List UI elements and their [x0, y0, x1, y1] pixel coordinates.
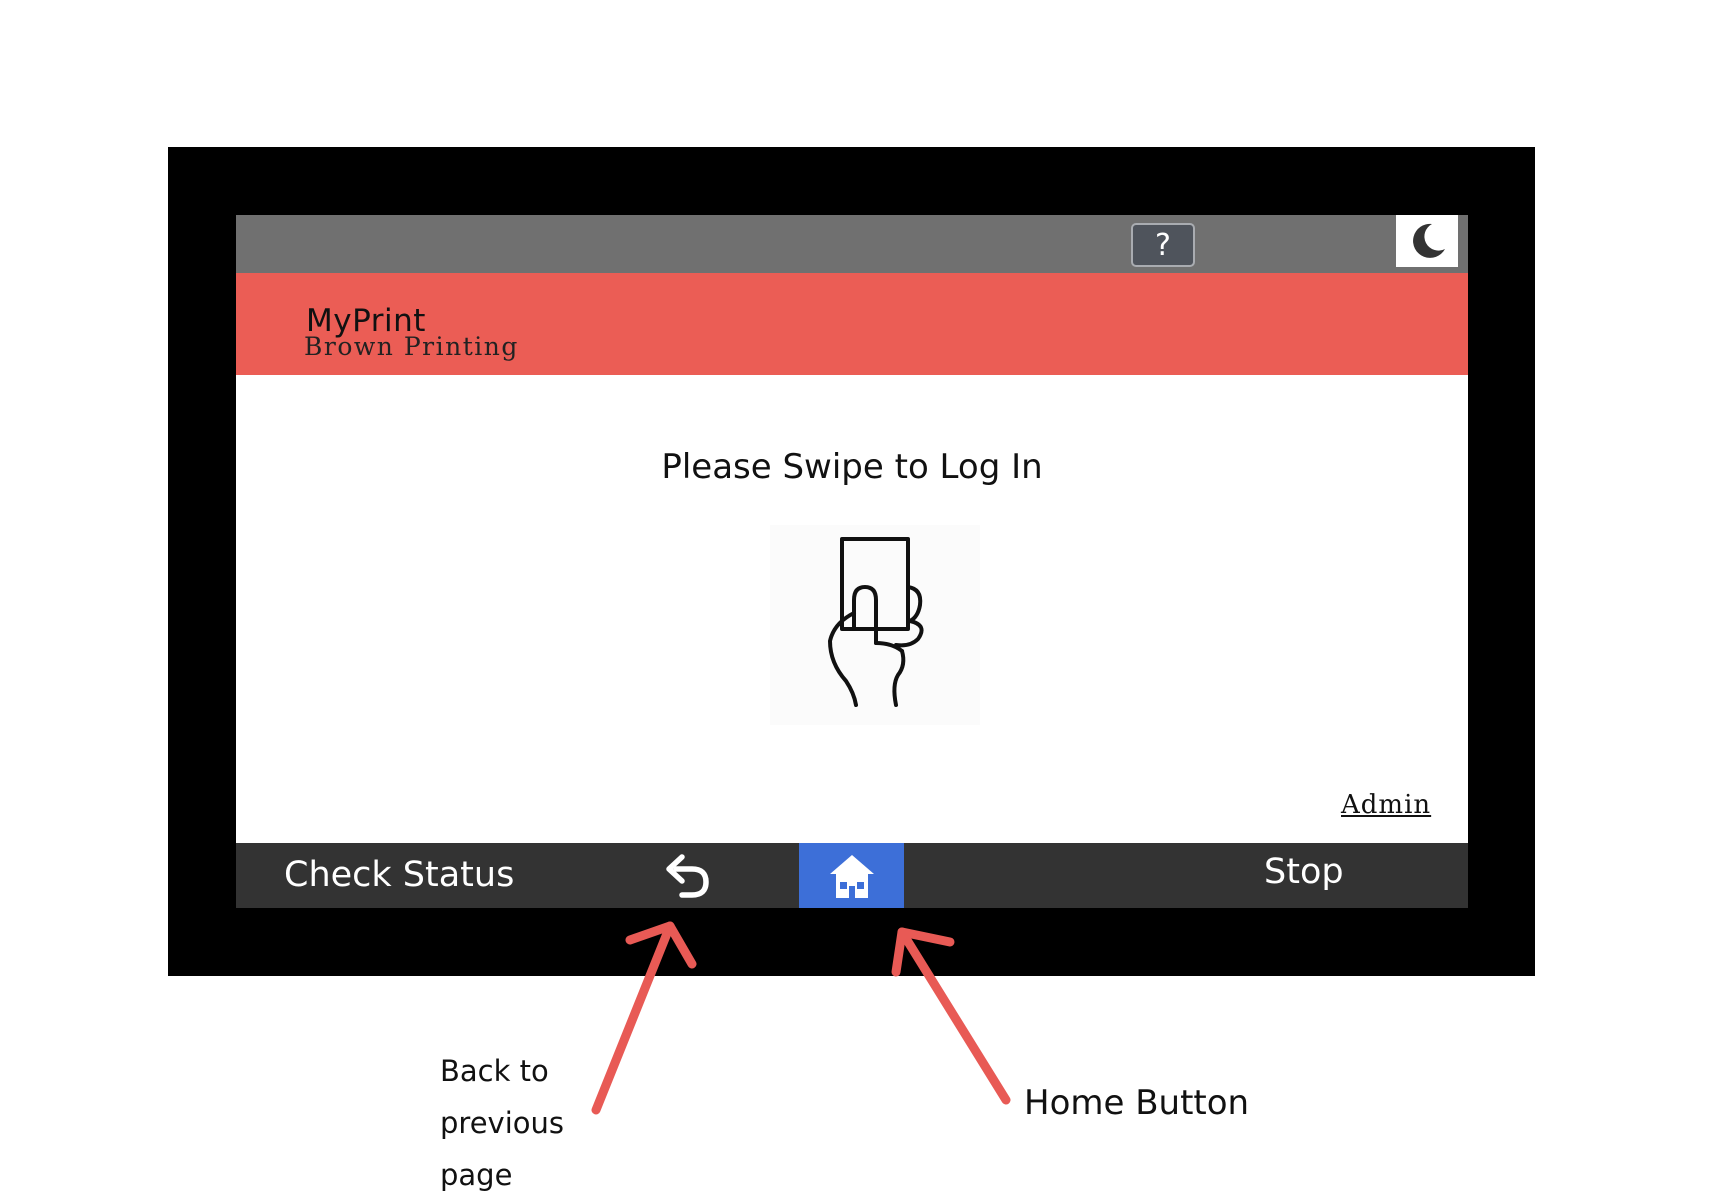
back-callout-line: page: [440, 1158, 513, 1192]
back-callout-line: Back to: [440, 1054, 549, 1088]
annotation-arrows: [591, 921, 1011, 1115]
home-callout-arrow: [897, 927, 1011, 1105]
back-callout-text: Back to previous page: [440, 1045, 640, 1198]
back-callout-line: previous: [440, 1106, 564, 1140]
home-callout-text: Home Button: [1024, 1083, 1250, 1123]
